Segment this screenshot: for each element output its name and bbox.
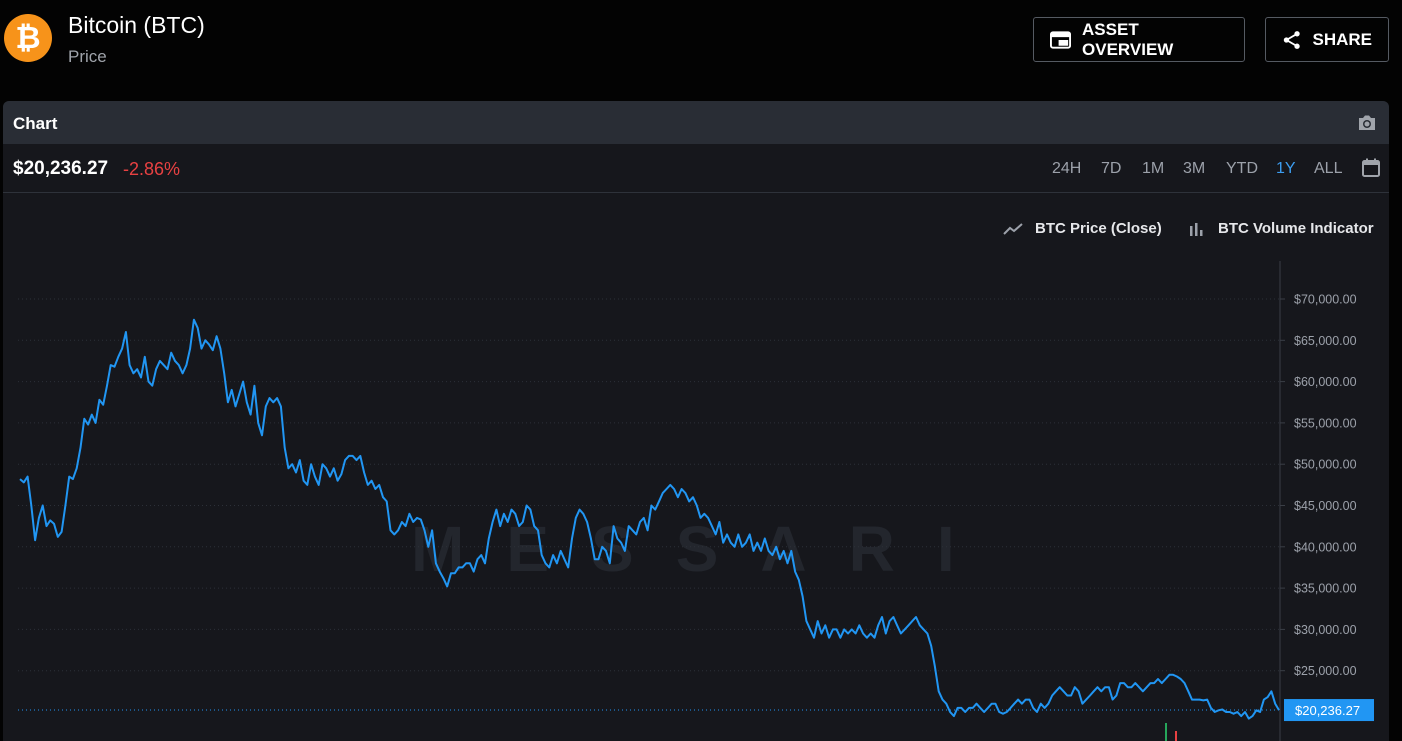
y-tick-label: $30,000.00	[1294, 623, 1357, 637]
last-price-label: $20,236.27	[1295, 703, 1360, 718]
y-tick-label: $50,000.00	[1294, 458, 1357, 472]
btc-price-line	[19, 318, 1280, 720]
page-header: ₿ Bitcoin (BTC) Price ASSET OVERVIEW SHA…	[0, 0, 1402, 100]
asset-overview-label: ASSET OVERVIEW	[1082, 19, 1174, 59]
bitcoin-logo-icon: ₿	[4, 14, 52, 62]
share-icon	[1283, 30, 1300, 49]
y-tick-label: $40,000.00	[1294, 540, 1357, 554]
share-label: SHARE	[1312, 29, 1372, 49]
chart-panel: Chart $20,236.27 -2.86% 24H 7D 1M 3M YTD…	[3, 101, 1389, 741]
asset-overview-icon	[1050, 30, 1072, 49]
asset-subtitle: Price	[68, 47, 107, 66]
y-tick-label: $35,000.00	[1294, 582, 1357, 596]
price-chart[interactable]: MESSARI$70,000.00$65,000.00$60,000.00$55…	[3, 101, 1389, 741]
y-tick-label: $65,000.00	[1294, 334, 1357, 348]
y-tick-label: $55,000.00	[1294, 416, 1357, 430]
asset-title: Bitcoin (BTC)	[68, 12, 205, 38]
asset-overview-button[interactable]: ASSET OVERVIEW	[1033, 17, 1245, 62]
volume-bar	[1175, 731, 1177, 741]
share-button[interactable]: SHARE	[1265, 17, 1389, 62]
y-tick-label: $45,000.00	[1294, 499, 1357, 513]
y-tick-label: $60,000.00	[1294, 375, 1357, 389]
y-tick-label: $25,000.00	[1294, 664, 1357, 678]
volume-bar	[1165, 723, 1167, 741]
y-tick-label: $70,000.00	[1294, 293, 1357, 307]
